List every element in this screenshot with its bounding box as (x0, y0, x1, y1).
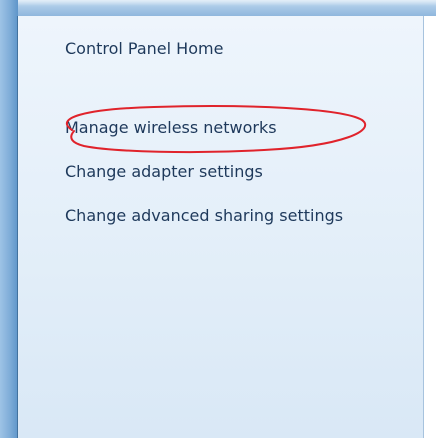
window-left-border (0, 0, 18, 438)
change-advanced-sharing-settings-link[interactable]: Change advanced sharing settings (65, 203, 365, 229)
change-adapter-settings-link[interactable]: Change adapter settings (65, 159, 263, 185)
control-panel-home-link[interactable]: Control Panel Home (65, 36, 223, 62)
content-area (424, 16, 436, 438)
window-title-bar[interactable] (0, 0, 436, 16)
title-bar-glass-highlight (0, 0, 436, 6)
manage-wireless-networks-link[interactable]: Manage wireless networks (65, 115, 277, 141)
network-sharing-center-window: Control Panel Home Manage wireless netwo… (0, 0, 436, 438)
